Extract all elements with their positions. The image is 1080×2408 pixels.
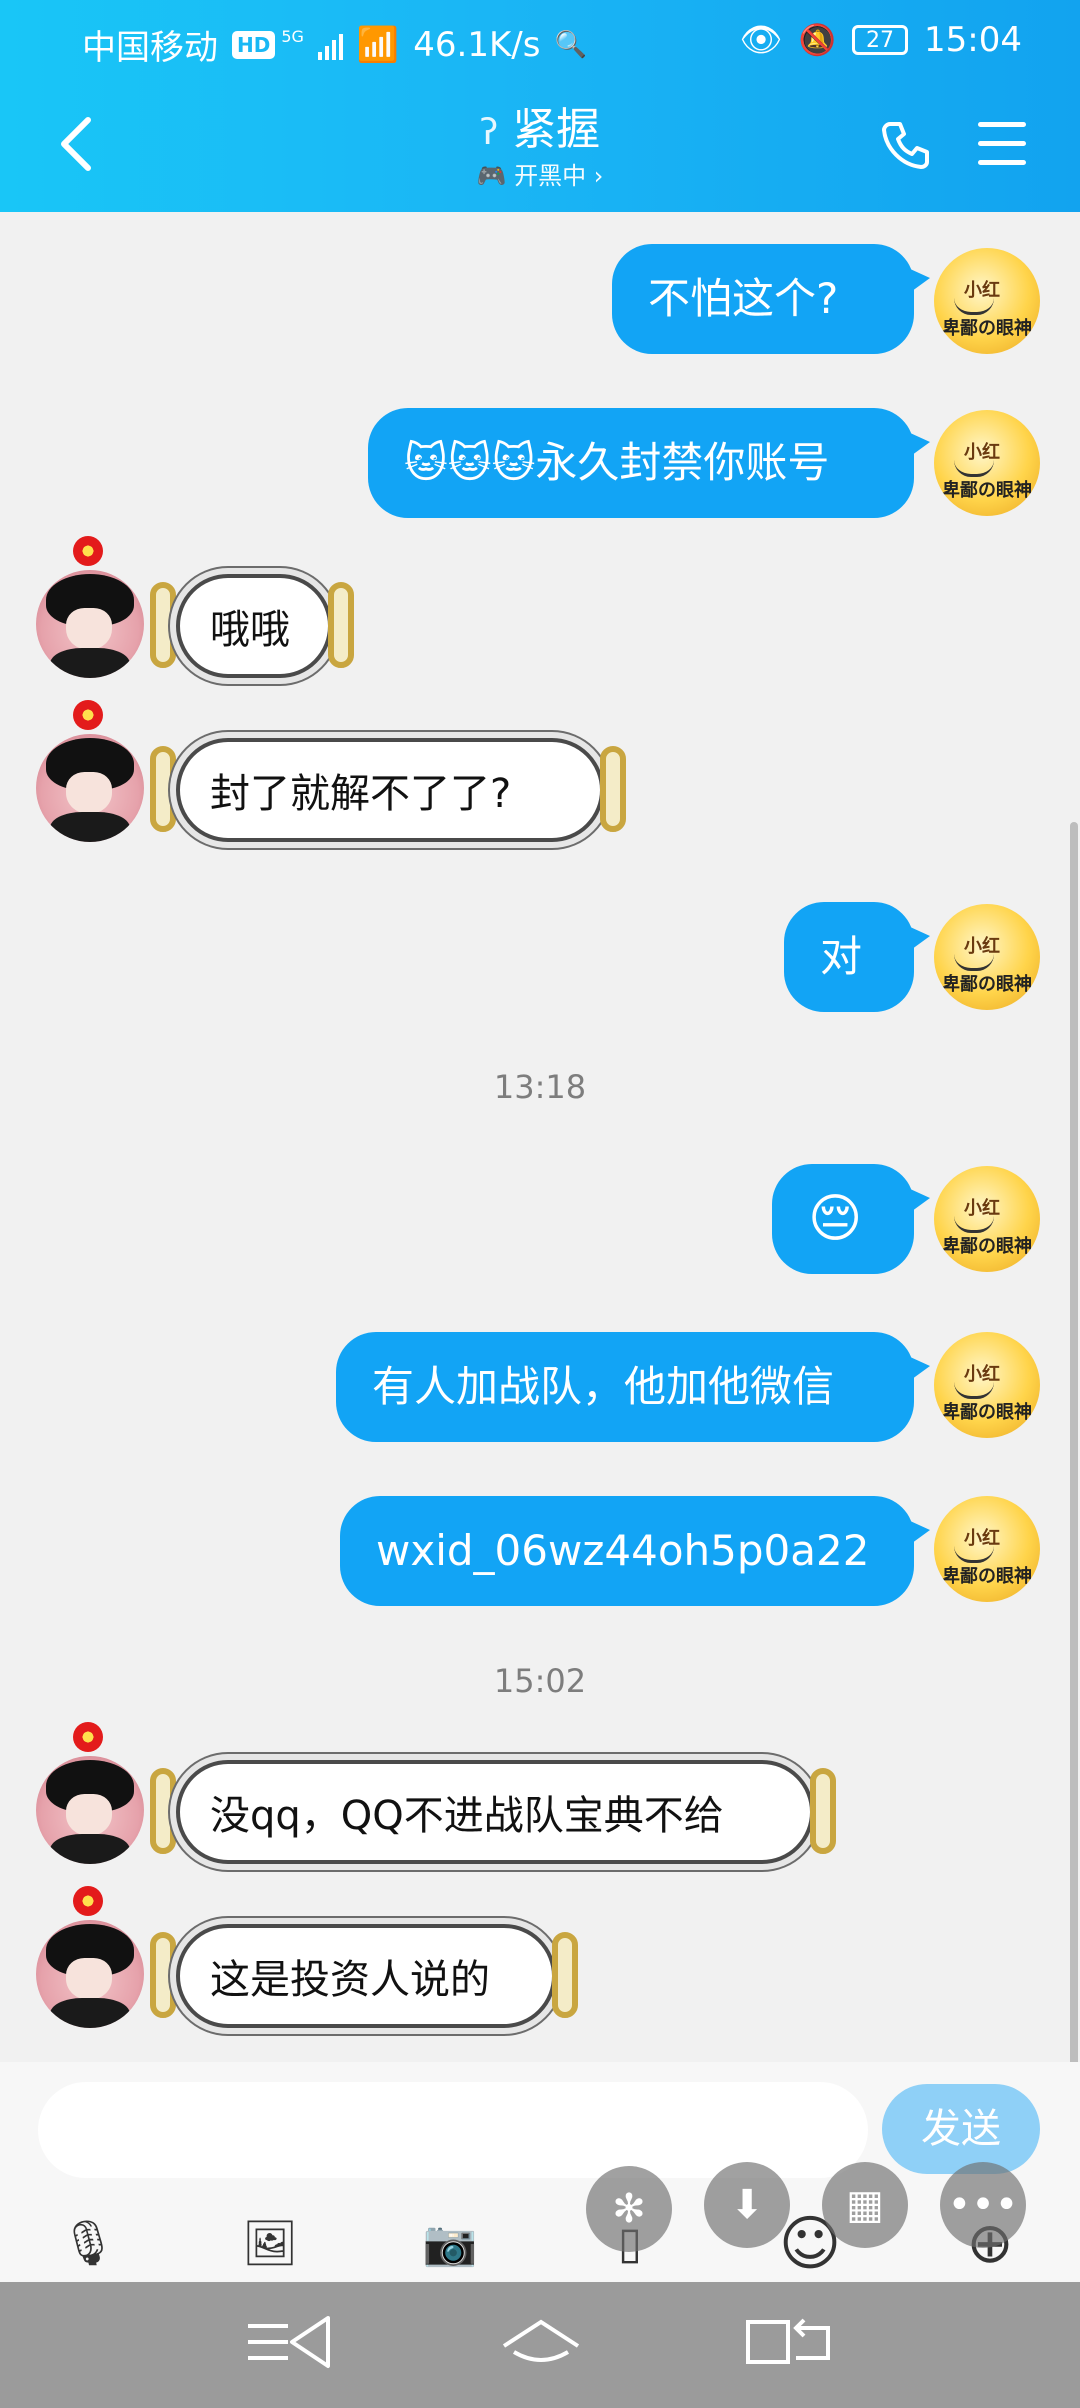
avatar-self[interactable]: 小红 卑鄙の眼神 bbox=[934, 1332, 1040, 1438]
carrier-label: 中国移动 bbox=[82, 28, 218, 68]
flower-decoration-icon bbox=[73, 1722, 103, 1752]
avatar-text: 卑鄙の眼神 bbox=[942, 974, 1032, 995]
nav-back-icon[interactable] bbox=[244, 2312, 334, 2372]
message-text: 🐱🐱🐱永久封禁你账号 bbox=[404, 438, 830, 487]
nav-home-icon[interactable] bbox=[496, 2312, 586, 2372]
mic-icon[interactable]: 🎙 bbox=[56, 2212, 120, 2276]
mask-strap-right-icon bbox=[810, 1768, 836, 1854]
signal-icon bbox=[317, 30, 343, 60]
flower-decoration-icon bbox=[73, 536, 103, 566]
message-text: 没qq，QQ不进战队宝典不给 bbox=[210, 1793, 724, 1839]
mask-strap-left-icon bbox=[150, 1768, 176, 1854]
avatar-contact[interactable] bbox=[36, 734, 144, 842]
message-text: 这是投资人说的 bbox=[210, 1957, 490, 2003]
flower-decoration-icon bbox=[73, 700, 103, 730]
floating-download-icon[interactable]: ⬇ bbox=[704, 2162, 790, 2248]
message-bubble-received[interactable]: 没qq，QQ不进战队宝典不给 bbox=[176, 1760, 814, 1864]
message-text: 有人加战队，他加他微信 bbox=[372, 1362, 835, 1411]
wifi-icon: 📶 bbox=[356, 24, 400, 65]
avatar-self[interactable]: 小红 卑鄙の眼神 bbox=[934, 904, 1040, 1010]
timestamp: 13:18 bbox=[493, 1068, 587, 1106]
mask-strap-right-icon bbox=[552, 1932, 578, 2018]
battery-level: 27 bbox=[866, 27, 895, 53]
mask-strap-left-icon bbox=[150, 1932, 176, 2018]
avatar-self[interactable]: 小红 卑鄙の眼神 bbox=[934, 1166, 1040, 1272]
flower-decoration-icon bbox=[73, 1886, 103, 1916]
system-nav-bar bbox=[0, 2282, 1080, 2408]
message-bubble-sent[interactable]: 有人加战队，他加他微信 bbox=[336, 1332, 930, 1442]
network-speed: 46.1K/s bbox=[413, 24, 541, 65]
floating-more-icon[interactable]: ••• bbox=[940, 2162, 1026, 2248]
composer-panel: 发送 🎙 🖼 📷 ▯ ☺ ⊕ ✻ ⬇ ▦ ••• bbox=[0, 2062, 1080, 2282]
chat-subtitle: 开黑中 › bbox=[514, 162, 604, 190]
scrollbar[interactable] bbox=[1070, 822, 1078, 2272]
message-bubble-received[interactable]: 这是投资人说的 bbox=[176, 1924, 556, 2028]
avatar-text: 卑鄙の眼神 bbox=[942, 318, 1032, 339]
avatar-contact[interactable] bbox=[36, 1920, 144, 2028]
message-bubble-sent[interactable]: 对 bbox=[784, 902, 930, 1012]
network-label: 5G bbox=[281, 27, 304, 46]
message-text: 哦哦 bbox=[210, 607, 290, 653]
clock: 15:04 bbox=[924, 20, 1022, 60]
chat-header: ʔ 紧握 🎮 开黑中 › bbox=[0, 92, 1080, 212]
message-text: 😔 bbox=[808, 1189, 863, 1249]
mask-strap-right-icon bbox=[600, 746, 626, 832]
battery-icon: 27 bbox=[852, 25, 909, 55]
avatar-self[interactable]: 小红 卑鄙の眼神 bbox=[934, 410, 1040, 516]
floating-tool-1-icon[interactable]: ✻ bbox=[586, 2166, 672, 2252]
camera-icon[interactable]: 📷 bbox=[418, 2212, 482, 2276]
mask-strap-right-icon bbox=[328, 582, 354, 668]
message-bubble-sent[interactable]: 不怕这个? bbox=[612, 244, 930, 354]
nav-recents-icon[interactable] bbox=[744, 2312, 834, 2372]
avatar-contact[interactable] bbox=[36, 1756, 144, 1864]
message-text: wxid_06wz44oh5p0a22 bbox=[376, 1526, 870, 1575]
message-bubble-sent[interactable]: 🐱🐱🐱永久封禁你账号 bbox=[368, 408, 930, 518]
avatar-text: 卑鄙の眼神 bbox=[942, 480, 1032, 501]
mask-strap-left-icon bbox=[150, 582, 176, 668]
top-bar: 中国移动 HD 5G 📶 46.1K/s 🔍 👁 🔕 27 15:04 ʔ 紧握 … bbox=[0, 0, 1080, 212]
chat-title: 紧握 bbox=[512, 104, 601, 155]
menu-icon[interactable] bbox=[978, 122, 1026, 166]
ear-icon: ʔ bbox=[479, 112, 499, 153]
phone-icon[interactable] bbox=[880, 118, 932, 170]
mask-strap-left-icon bbox=[150, 746, 176, 832]
chat-area[interactable]: 不怕这个? 小红 卑鄙の眼神 🐱🐱🐱永久封禁你账号 小红 卑鄙の眼神 哦哦 封了就解… bbox=[0, 212, 1080, 2272]
avatar-self[interactable]: 小红 卑鄙の眼神 bbox=[934, 248, 1040, 354]
timestamp: 15:02 bbox=[493, 1662, 587, 1700]
game-icon: 🎮 bbox=[476, 162, 507, 190]
avatar-self[interactable]: 小红 卑鄙の眼神 bbox=[934, 1496, 1040, 1602]
message-bubble-sent[interactable]: 😔 bbox=[772, 1164, 930, 1274]
mute-icon: 🔕 bbox=[798, 22, 837, 58]
message-bubble-sent[interactable]: wxid_06wz44oh5p0a22 bbox=[340, 1496, 930, 1606]
send-button[interactable]: 发送 bbox=[882, 2084, 1040, 2174]
message-text: 不怕这个? bbox=[648, 274, 839, 323]
floating-grid-icon[interactable]: ▦ bbox=[822, 2162, 908, 2248]
avatar-text: 卑鄙の眼神 bbox=[942, 1236, 1032, 1257]
image-icon[interactable]: 🖼 bbox=[238, 2212, 302, 2276]
message-bubble-received[interactable]: 哦哦 bbox=[176, 574, 332, 678]
avatar-text: 卑鄙の眼神 bbox=[942, 1566, 1032, 1587]
message-text: 封了就解不了了? bbox=[210, 771, 512, 817]
avatar-contact[interactable] bbox=[36, 570, 144, 678]
avatar-text: 卑鄙の眼神 bbox=[942, 1402, 1032, 1423]
status-bar: 中国移动 HD 5G 📶 46.1K/s 🔍 👁 🔕 27 15:04 bbox=[0, 0, 1080, 82]
search-icon: 🔍 bbox=[554, 29, 587, 60]
message-text: 对 bbox=[820, 932, 863, 981]
eye-icon: 👁 bbox=[739, 20, 783, 60]
message-bubble-received[interactable]: 封了就解不了了? bbox=[176, 738, 604, 842]
hd-badge: HD bbox=[232, 30, 276, 59]
